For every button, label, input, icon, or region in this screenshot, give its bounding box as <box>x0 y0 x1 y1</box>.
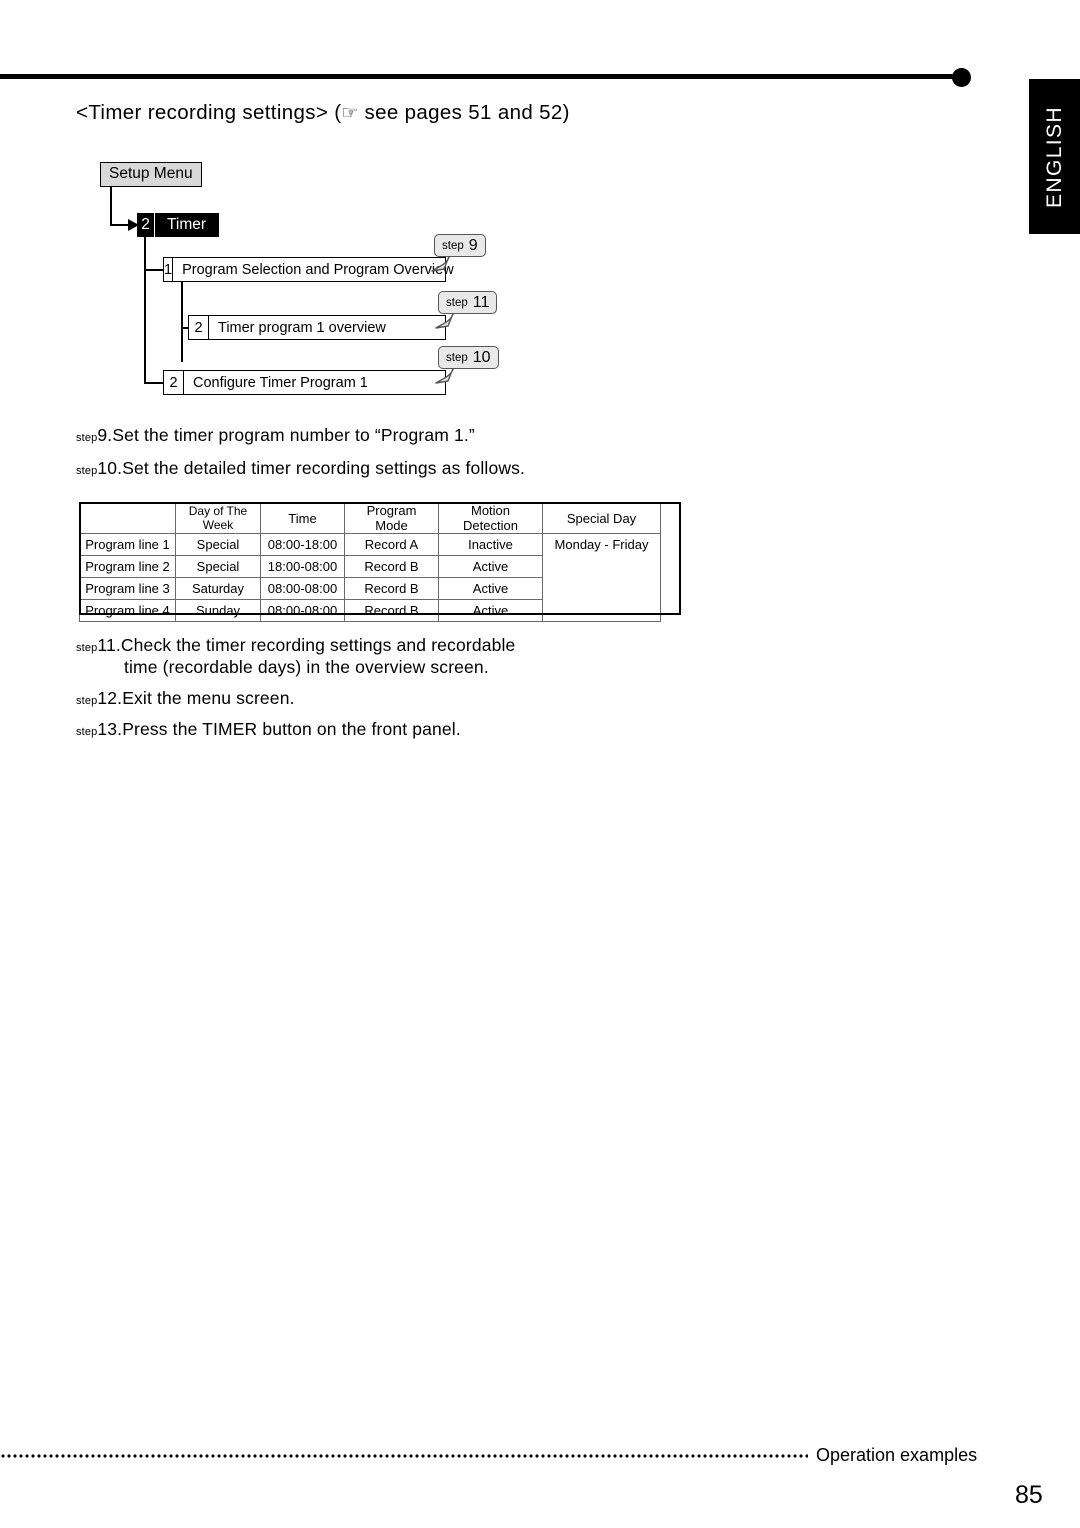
table-cell-program-line: Program line 2 <box>79 555 176 578</box>
diagram-node-program-selection[interactable]: 1 Program Selection and Program Overview <box>163 257 454 282</box>
timer-settings-table: Day of The Week Time Program Mode Motion… <box>79 502 661 622</box>
step-11-text: Check the timer recording settings and r… <box>120 635 516 655</box>
language-tab-label: ENGLISH <box>1042 105 1066 208</box>
table-cell-special-day: Monday - Friday <box>542 533 661 622</box>
table-cell-day: Sunday <box>175 599 261 622</box>
table-cell-mode: Record B <box>344 555 439 578</box>
step-11-word: step <box>76 642 98 654</box>
table-cell-mode: Record B <box>344 577 439 600</box>
step-12-text: Exit the menu screen. <box>122 688 295 708</box>
step-11-number: 11. <box>97 635 121 655</box>
table-header-motion-detection: Motion Detection <box>438 502 543 534</box>
table-cell-mode: Record B <box>344 599 439 622</box>
diagram-node-timer-program-1-overview-number: 2 <box>189 316 209 339</box>
step-9: step9.Set the timer program number to “P… <box>76 425 475 446</box>
menu-flow-diagram: Setup Menu 2 Timer 1 Program Selection a… <box>0 0 1080 420</box>
callout-step-10: step 10 <box>438 346 499 369</box>
step-12-number: 12. <box>97 688 123 708</box>
page-title: <Timer recording settings> (☞ see pages … <box>76 101 570 125</box>
step-13-text: Press the TIMER button on the front pane… <box>122 719 461 739</box>
diagram-node-program-selection-number: 1 <box>164 258 174 281</box>
table-cell-time: 08:00-08:00 <box>260 599 345 622</box>
table-header-row: Day of The Week Time Program Mode Motion… <box>79 502 661 534</box>
step-11: step11.Check the timer recording setting… <box>76 635 515 656</box>
table-cell-time: 08:00-18:00 <box>260 533 345 556</box>
table-cell-time: 18:00-08:00 <box>260 555 345 578</box>
footer-section-label: Operation examples <box>816 1445 978 1465</box>
step-10-text: Set the detailed timer recording setting… <box>122 458 526 478</box>
table-header-blank <box>79 502 176 534</box>
callout-step-9-number: 9 <box>468 236 478 254</box>
table-cell-motion: Active <box>438 577 543 600</box>
table-cell-time: 08:00-08:00 <box>260 577 345 600</box>
table-cell-day: Special <box>175 555 261 578</box>
table-cell-day: Special <box>175 533 261 556</box>
connector-setup-vertical <box>110 187 112 225</box>
diagram-node-setup-menu-label: Setup Menu <box>109 165 193 182</box>
step-13-number: 13. <box>97 719 123 739</box>
connector-branch-3 <box>144 382 165 384</box>
diagram-node-configure-timer-program-1-number: 2 <box>164 371 184 394</box>
step-9-text: Set the timer program number to “Program… <box>112 425 475 445</box>
step-9-number: 9. <box>97 425 113 445</box>
diagram-node-configure-timer-program-1[interactable]: 2 Configure Timer Program 1 <box>163 370 446 395</box>
step-10-word: step <box>76 465 98 477</box>
table-cell-motion: Active <box>438 555 543 578</box>
diagram-node-timer[interactable]: 2 Timer <box>137 213 220 237</box>
table-cell-motion: Inactive <box>438 533 543 556</box>
table-header-time: Time <box>260 502 345 534</box>
step-12: step12.Exit the menu screen. <box>76 688 295 709</box>
language-tab-english: ENGLISH <box>1029 79 1080 234</box>
step-10-number: 10. <box>97 458 123 478</box>
table-header-program-mode: Program Mode <box>344 502 439 534</box>
connector-sub-spine <box>181 282 183 362</box>
step-9-word: step <box>76 432 98 444</box>
callout-step-9-word: step <box>442 239 464 252</box>
step-13: step13.Press the TIMER button on the fro… <box>76 719 461 740</box>
table-header-day-of-week: Day of The Week <box>175 502 261 534</box>
diagram-node-timer-number: 2 <box>137 213 155 237</box>
footer-dotted-rule <box>0 1453 808 1459</box>
diagram-node-timer-label: Timer <box>167 216 207 233</box>
page-number: 85 <box>1015 1481 1043 1509</box>
table-header-special-day: Special Day <box>542 502 661 534</box>
table-row: Program line 1 Special 08:00-18:00 Recor… <box>79 533 661 622</box>
page-title-prefix: <Timer recording settings> ( <box>76 101 342 124</box>
diagram-node-timer-program-1-overview[interactable]: 2 Timer program 1 overview <box>188 315 446 340</box>
callout-step-10-word: step <box>446 351 468 364</box>
pointing-hand-icon: ☞ <box>341 103 359 124</box>
callout-step-9: step 9 <box>434 234 486 257</box>
table-cell-day: Saturday <box>175 577 261 600</box>
table-cell-program-line: Program line 4 <box>79 599 176 622</box>
connector-branch-1 <box>144 269 165 271</box>
diagram-node-configure-timer-program-1-label: Configure Timer Program 1 <box>193 374 368 391</box>
header-rule-dot <box>952 68 971 87</box>
callout-step-11-number: 11 <box>472 293 490 311</box>
step-11-text-continued: time (recordable days) in the overview s… <box>124 657 489 677</box>
connector-timer-spine <box>144 237 146 383</box>
step-13-word: step <box>76 726 98 738</box>
page-title-suffix: see pages 51 and 52) <box>358 101 570 124</box>
step-10: step10.Set the detailed timer recording … <box>76 458 525 479</box>
callout-step-11: step 11 <box>438 291 498 314</box>
table-cell-mode: Record A <box>344 533 439 556</box>
diagram-node-timer-program-1-overview-label: Timer program 1 overview <box>218 319 386 336</box>
callout-step-10-number: 10 <box>472 348 491 366</box>
table-cell-program-line: Program line 1 <box>79 533 176 556</box>
diagram-node-program-selection-label: Program Selection and Program Overview <box>182 261 454 278</box>
step-12-word: step <box>76 695 98 707</box>
diagram-node-setup-menu[interactable]: Setup Menu <box>100 162 202 187</box>
table-cell-motion: Active <box>438 599 543 622</box>
header-rule <box>0 74 968 79</box>
table-cell-program-line: Program line 3 <box>79 577 176 600</box>
callout-step-11-word: step <box>446 296 468 309</box>
